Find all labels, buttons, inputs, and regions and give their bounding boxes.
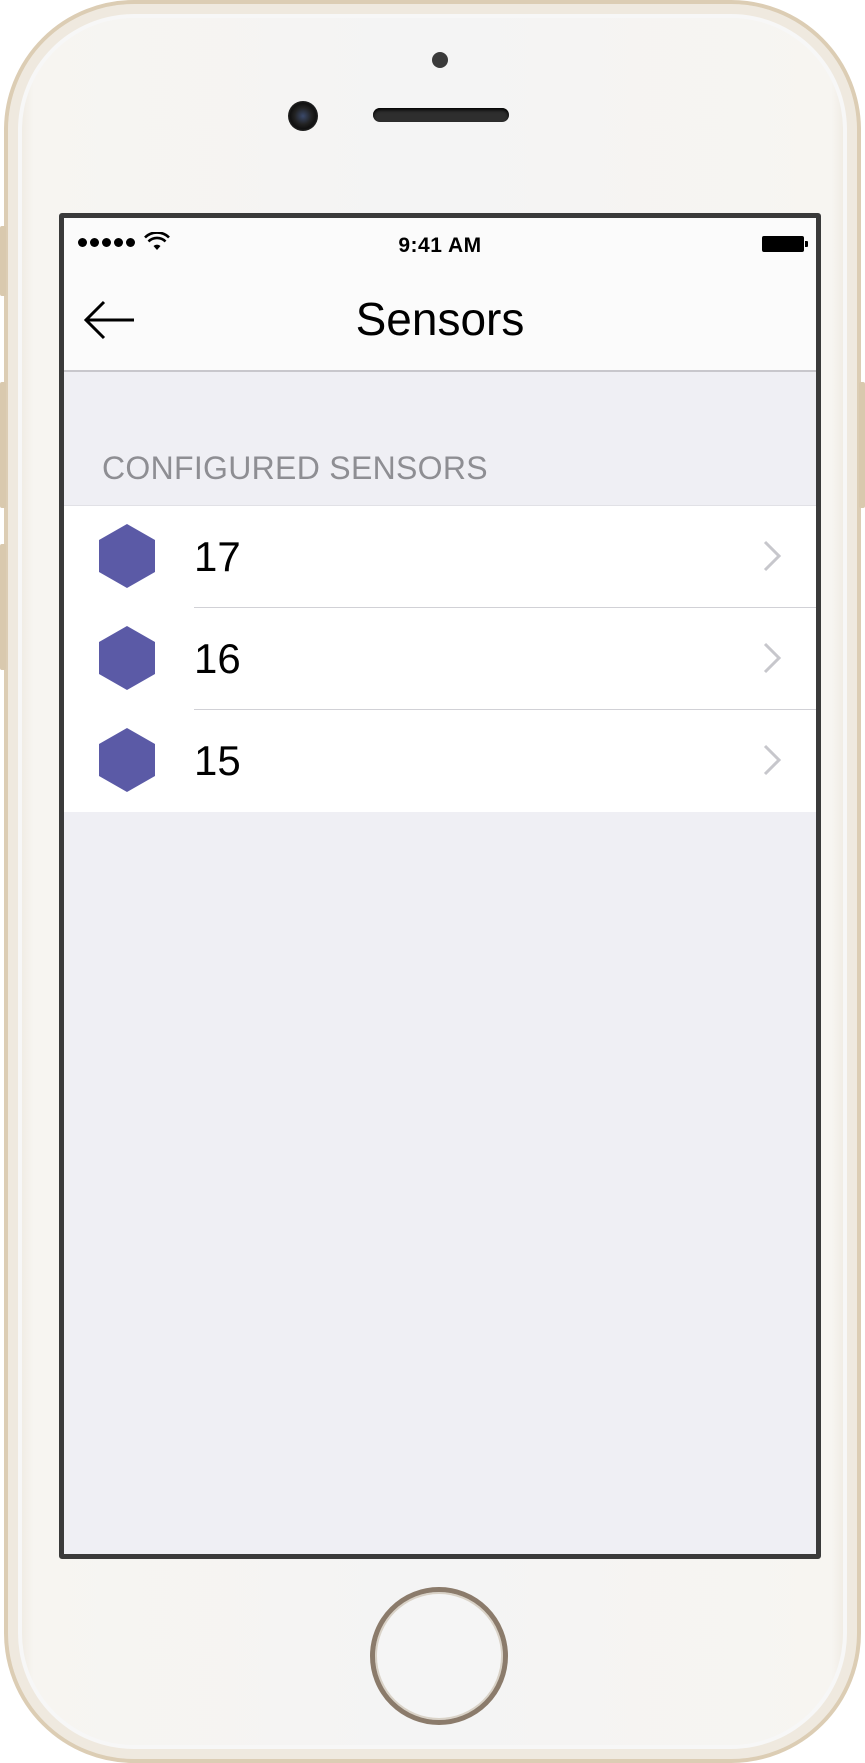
section-header: CONFIGURED SENSORS bbox=[102, 450, 488, 486]
list-item-sensor-17[interactable]: 17 bbox=[64, 506, 816, 608]
navigation-bar: Sensors bbox=[64, 268, 816, 372]
volume-up-button bbox=[0, 382, 6, 508]
front-camera bbox=[288, 101, 318, 131]
phone-frame: 9:41 AM Sensors CONFIGURED SENSORS 17 16… bbox=[0, 0, 865, 1763]
home-button[interactable] bbox=[370, 1587, 508, 1725]
chevron-right-icon bbox=[763, 744, 782, 776]
list-item-label: 15 bbox=[194, 737, 241, 784]
list-item-sensor-15[interactable]: 15 bbox=[64, 710, 816, 812]
screen: 9:41 AM Sensors CONFIGURED SENSORS 17 16… bbox=[59, 213, 821, 1559]
hexagon-icon bbox=[99, 524, 155, 588]
battery-icon bbox=[762, 236, 808, 252]
list-item-label: 16 bbox=[194, 635, 241, 682]
sensor-list: 17 16 15 bbox=[64, 505, 816, 812]
hexagon-icon bbox=[99, 626, 155, 690]
earpiece-speaker bbox=[373, 108, 509, 122]
power-button bbox=[859, 382, 865, 508]
hexagon-icon bbox=[99, 728, 155, 792]
page-title: Sensors bbox=[355, 293, 525, 345]
silent-switch bbox=[0, 226, 6, 296]
chevron-right-icon bbox=[763, 642, 782, 674]
proximity-sensor bbox=[432, 52, 448, 68]
list-item-label: 17 bbox=[194, 533, 241, 580]
chevron-right-icon bbox=[763, 540, 782, 572]
volume-down-button bbox=[0, 544, 6, 670]
status-bar: 9:41 AM bbox=[64, 218, 816, 268]
status-time: 9:41 AM bbox=[398, 234, 482, 257]
list-item-sensor-16[interactable]: 16 bbox=[64, 608, 816, 710]
